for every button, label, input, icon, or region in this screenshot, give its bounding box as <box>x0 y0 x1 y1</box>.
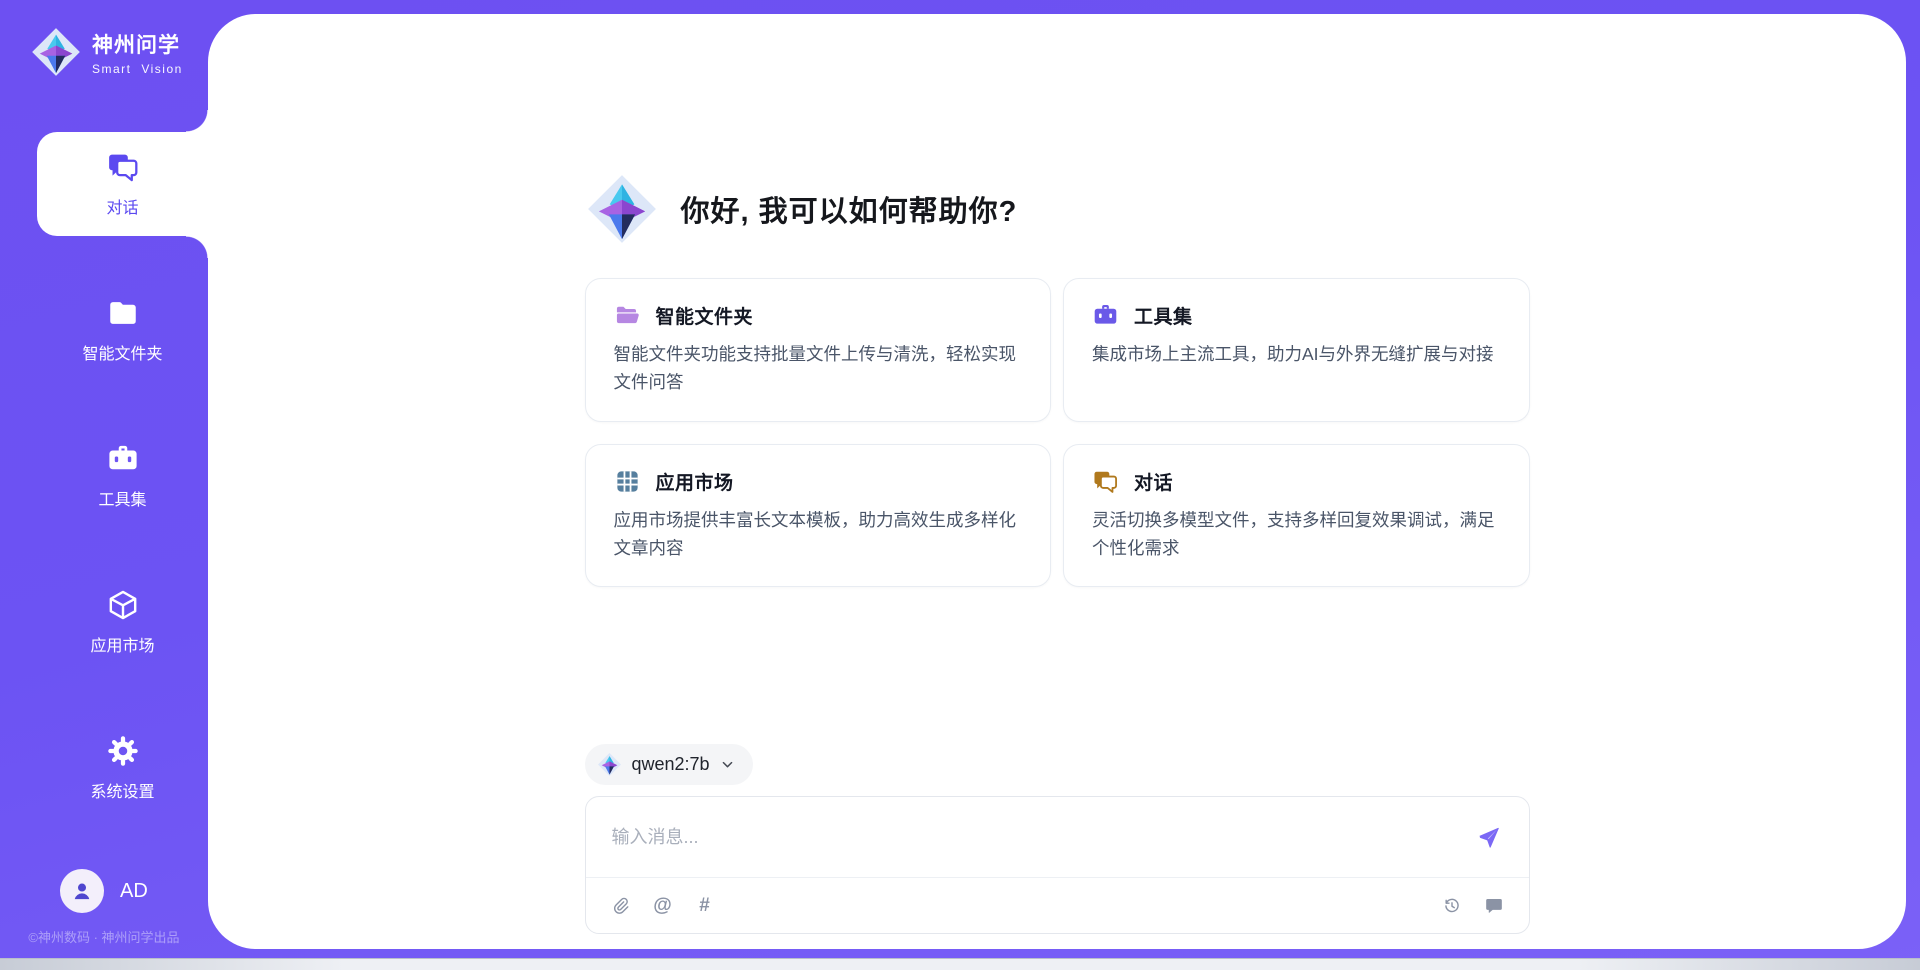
message-input[interactable] <box>612 827 1475 848</box>
history-button[interactable] <box>1441 895 1463 917</box>
card-title: 工具集 <box>1134 302 1193 329</box>
sidebar: 神州问学 Smart Vision 对话 智能文件夹 工具集 应用市场 系统设置 <box>0 0 208 970</box>
paperclip-icon <box>611 896 631 916</box>
cube-icon <box>106 588 140 622</box>
composer: qwen2:7b @ <box>585 744 1530 934</box>
bottom-strip <box>0 958 1920 970</box>
briefcase-icon <box>106 442 140 476</box>
sidebar-item-label: 应用市场 <box>90 632 154 656</box>
model-name: qwen2:7b <box>632 754 710 775</box>
greeting-text: 你好, 我可以如何帮助你? <box>681 188 1018 230</box>
chat-icon <box>1092 468 1119 495</box>
folder-icon <box>106 296 140 330</box>
card-description: 智能文件夹功能支持批量文件上传与清洗，轻松实现文件问答 <box>614 340 1023 397</box>
sidebar-item-smart-folder[interactable]: 智能文件夹 <box>37 278 208 382</box>
sidebar-item-label: 对话 <box>106 194 138 218</box>
attach-file-button[interactable] <box>610 895 632 917</box>
feature-cards: 智能文件夹 智能文件夹功能支持批量文件上传与清洗，轻松实现文件问答 工具集 集成… <box>585 278 1530 587</box>
model-diamond-icon <box>597 752 622 777</box>
history-icon <box>1442 896 1462 916</box>
user-account[interactable]: AD <box>0 869 208 913</box>
chat-icon <box>106 150 140 184</box>
card-title: 应用市场 <box>656 468 734 495</box>
gear-icon <box>106 734 140 768</box>
send-button[interactable] <box>1475 823 1503 851</box>
sidebar-item-label: 智能文件夹 <box>82 340 162 364</box>
chat-square-icon <box>1484 896 1504 916</box>
card-toolset[interactable]: 工具集 集成市场上主流工具，助力AI与外界无缝扩展与对接 <box>1063 278 1530 422</box>
folder-open-icon <box>614 302 641 329</box>
card-app-market[interactable]: 应用市场 应用市场提供丰富长文本模板，助力高效生成多样化文章内容 <box>585 444 1052 588</box>
sidebar-item-settings[interactable]: 系统设置 <box>37 716 208 820</box>
card-description: 应用市场提供丰富长文本模板，助力高效生成多样化文章内容 <box>614 506 1023 563</box>
avatar <box>60 869 104 913</box>
copyright-text: ©神州数码 · 神州问学出品 <box>0 927 208 946</box>
chevron-down-icon <box>720 757 735 772</box>
brand: 神州问学 Smart Vision <box>0 0 208 78</box>
mention-button[interactable]: @ <box>652 895 674 917</box>
sidebar-item-app-market[interactable]: 应用市场 <box>37 570 208 674</box>
card-title: 对话 <box>1134 468 1173 495</box>
card-description: 灵活切换多模型文件，支持多样回复效果调试，满足个性化需求 <box>1092 506 1501 563</box>
hashtag-button[interactable]: # <box>694 895 716 917</box>
message-input-box: @ # <box>585 796 1530 934</box>
greeting-block: 你好, 我可以如何帮助你? <box>585 172 1530 246</box>
briefcase-icon <box>1092 302 1119 329</box>
user-label: AD <box>120 880 148 903</box>
brand-subtitle: Smart Vision <box>92 62 183 76</box>
card-smart-folder[interactable]: 智能文件夹 智能文件夹功能支持批量文件上传与清洗，轻松实现文件问答 <box>585 278 1052 422</box>
card-title: 智能文件夹 <box>656 302 754 329</box>
brand-diamond-icon <box>585 172 659 246</box>
sidebar-item-label: 工具集 <box>98 486 146 510</box>
sidebar-nav: 对话 智能文件夹 工具集 应用市场 系统设置 <box>0 132 208 869</box>
brand-name: 神州问学 <box>92 29 183 59</box>
person-icon <box>69 878 95 904</box>
main-panel: 你好, 我可以如何帮助你? 智能文件夹 智能文件夹功能支持批量文件上传与清洗，轻… <box>208 14 1906 949</box>
brand-diamond-icon <box>30 26 82 78</box>
composer-tools-left: @ # <box>610 895 716 917</box>
conversation-button[interactable] <box>1483 895 1505 917</box>
card-description: 集成市场上主流工具，助力AI与外界无缝扩展与对接 <box>1092 340 1501 368</box>
sidebar-item-chat[interactable]: 对话 <box>37 132 208 236</box>
grid-icon <box>614 468 641 495</box>
sidebar-item-toolset[interactable]: 工具集 <box>37 424 208 528</box>
card-chat[interactable]: 对话 灵活切换多模型文件，支持多样回复效果调试，满足个性化需求 <box>1063 444 1530 588</box>
composer-tools-right <box>1441 895 1505 917</box>
sidebar-item-label: 系统设置 <box>90 778 154 802</box>
model-selector[interactable]: qwen2:7b <box>585 744 753 785</box>
